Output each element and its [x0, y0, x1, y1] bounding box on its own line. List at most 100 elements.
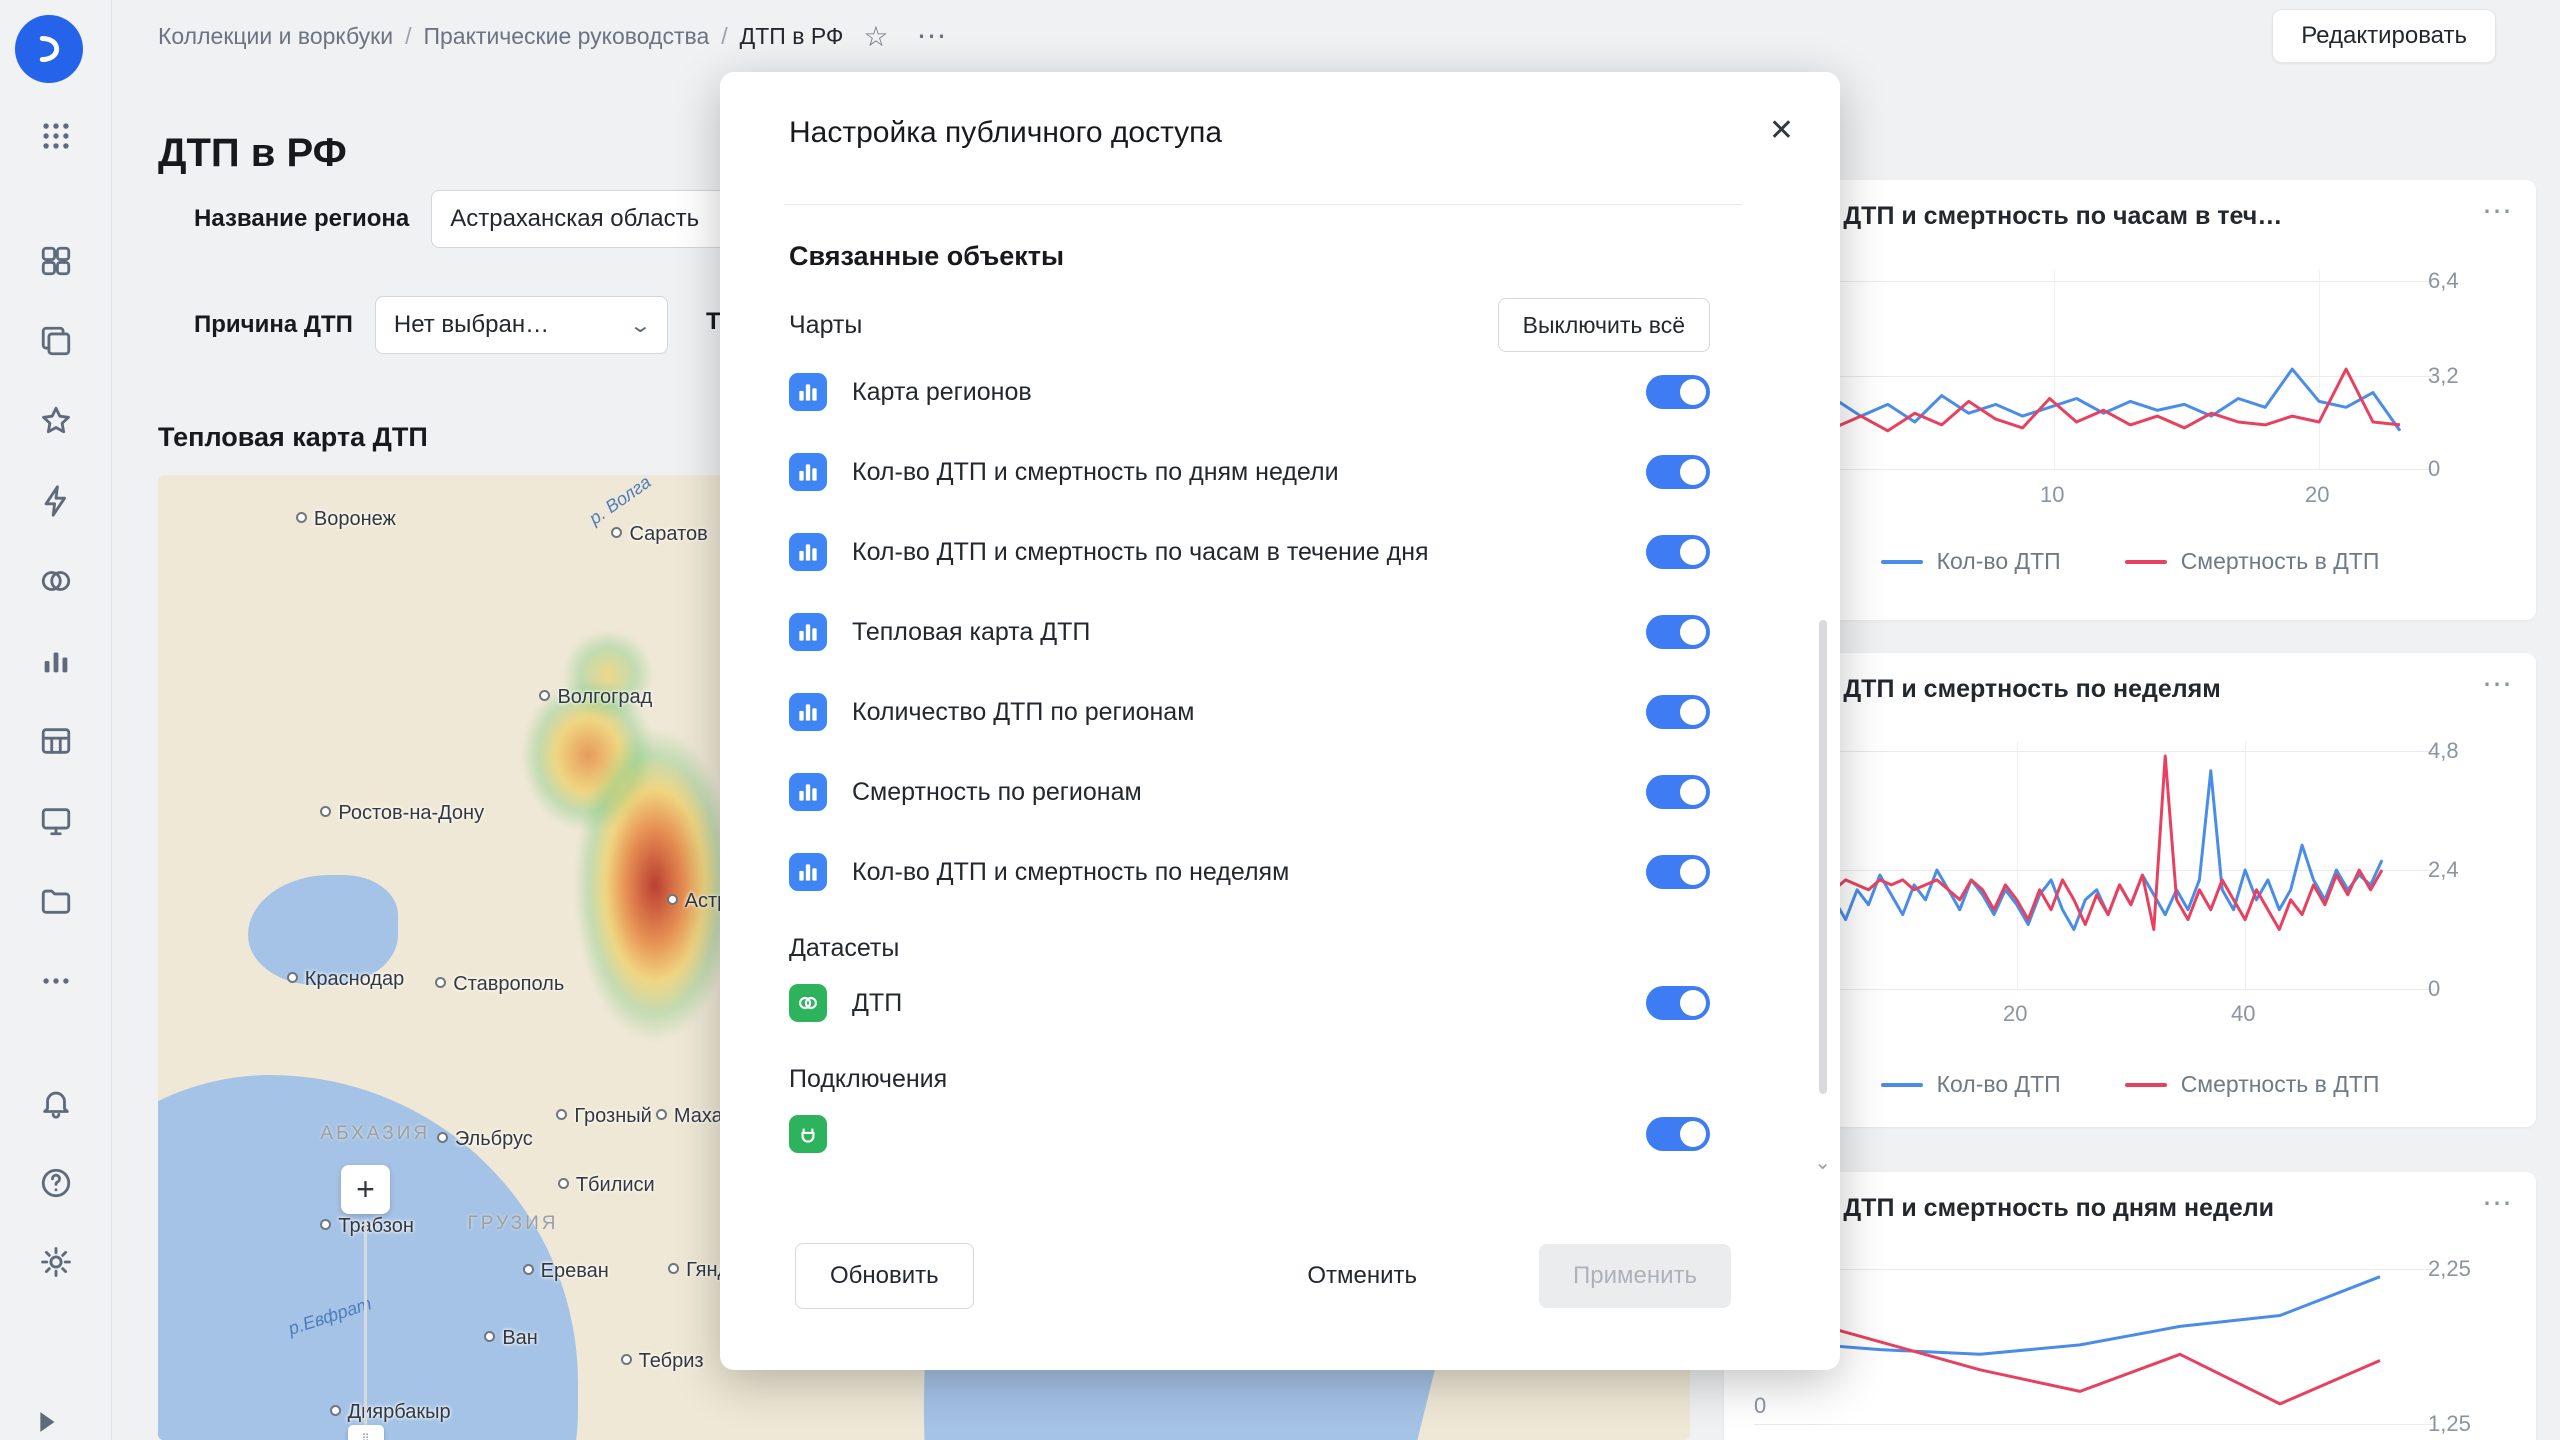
map-city-label: Саратов: [611, 523, 707, 546]
y-tick: 4,8: [2428, 738, 2459, 764]
legend-item[interactable]: Смертность в ДТП: [2125, 1071, 2380, 1098]
series-line: [1780, 369, 2400, 431]
chart-icon: [789, 853, 827, 891]
edit-button[interactable]: Редактировать: [2272, 9, 2496, 63]
chart-card-weekdays: Кол-во ДТП и смертность по дням недели ⋯…: [1724, 1172, 2536, 1440]
series-line: [1780, 1277, 2380, 1355]
map-region-label: ГРУЗИЯ: [467, 1213, 558, 1235]
favorite-star-icon[interactable]: ☆: [863, 20, 888, 53]
chart-legend: Кол-во ДТП Смертность в ДТП: [1724, 548, 2536, 575]
filter-region-value: Астраханская область: [450, 205, 699, 233]
modal-scrollbar-thumb[interactable]: [1819, 620, 1827, 1094]
related-objects-title: Связанные объекты: [789, 241, 1710, 272]
charts-group-header: Чарты Выключить всё: [789, 298, 1710, 352]
breadcrumb-collections[interactable]: Коллекции и воркбуки: [158, 23, 393, 50]
breadcrumb-separator: /: [721, 23, 727, 50]
legend-item[interactable]: Смертность в ДТП: [2125, 548, 2380, 575]
chart-icon: [789, 453, 827, 491]
connection-item-row: [789, 1094, 1710, 1174]
apply-button[interactable]: Применить: [1539, 1244, 1731, 1308]
chart-item-toggle[interactable]: [1646, 375, 1710, 409]
map-city-label: Воронеж: [296, 508, 396, 531]
zoom-slider-track: [364, 1220, 367, 1440]
zoom-slider-handle[interactable]: ⣿: [348, 1425, 384, 1440]
chart-item-label: Кол-во ДТП и смертность по дням недели: [852, 458, 1339, 487]
y-tick: 2,4: [2428, 857, 2459, 883]
chart-item-row: Карта регионов: [789, 352, 1710, 432]
notifications-bell-icon[interactable]: [38, 1085, 74, 1121]
chart-item-toggle[interactable]: [1646, 615, 1710, 649]
map-city-label: Диярбакыр: [330, 1401, 451, 1424]
map-region-label: АБХАЗИЯ: [320, 1123, 430, 1145]
breadcrumb-current: ДТП в РФ: [740, 23, 844, 50]
legend-item[interactable]: Кол-во ДТП: [1881, 548, 2061, 575]
files-folder-icon[interactable]: [38, 883, 74, 919]
filter-region-label: Название региона: [194, 205, 409, 233]
chart-item-label: Кол-во ДТП и смертность по часам в течен…: [852, 538, 1429, 567]
apps-grid-icon[interactable]: [38, 118, 74, 154]
more-services-icon[interactable]: [38, 963, 74, 999]
datasets-group-label: Датасеты: [789, 934, 1710, 963]
datasets-venn-icon[interactable]: [38, 563, 74, 599]
datalens-logo-icon[interactable]: [15, 15, 83, 83]
chart-item-toggle[interactable]: [1646, 535, 1710, 569]
breadcrumb-more-icon[interactable]: ⋯: [917, 19, 949, 54]
quick-actions-lightning-icon[interactable]: [38, 483, 74, 519]
x-tick: 10: [2040, 482, 2064, 508]
favorites-star-icon[interactable]: [38, 403, 74, 439]
connections-group-label: Подключения: [789, 1065, 1710, 1094]
charts-group-label: Чарты: [789, 311, 862, 340]
charts-icon[interactable]: [38, 643, 74, 679]
help-icon[interactable]: [38, 1165, 74, 1201]
chart-item-row: Кол-во ДТП и смертность по неделям: [789, 832, 1710, 912]
chart-item-row: Количество ДТП по регионам: [789, 672, 1710, 752]
chart-legend: Кол-во ДТП Смертность в ДТП: [1724, 1071, 2536, 1098]
map-city-label: Трабзон: [320, 1215, 413, 1238]
chart-icon: [789, 373, 827, 411]
chart-item-row: Смертность по регионам: [789, 752, 1710, 832]
collections-icon[interactable]: [38, 323, 74, 359]
x-tick: 20: [2003, 1001, 2027, 1027]
chart-item-label: Количество ДТП по регионам: [852, 698, 1194, 727]
map-city-label: Эльбрус: [437, 1128, 533, 1151]
map-city-label: Ростов-на-Дону: [320, 802, 484, 825]
connection-icon: [789, 1115, 827, 1153]
map-city-label: Ван: [484, 1327, 538, 1350]
chart-item-toggle[interactable]: [1646, 695, 1710, 729]
tables-icon[interactable]: [38, 723, 74, 759]
disable-all-button[interactable]: Выключить всё: [1498, 298, 1710, 352]
scroll-down-icon[interactable]: ⌄: [1814, 1150, 1831, 1175]
filter-cause-label: Причина ДТП: [194, 311, 353, 339]
close-icon[interactable]: ✕: [1769, 116, 1794, 146]
chart-icon: [789, 533, 827, 571]
cancel-button[interactable]: Отменить: [1281, 1244, 1443, 1308]
page-title: ДТП в РФ: [158, 131, 347, 176]
dashboards-icon[interactable]: [38, 243, 74, 279]
chart-item-toggle[interactable]: [1646, 455, 1710, 489]
map-city-label: Грозный: [556, 1105, 652, 1128]
connection-item-toggle[interactable]: [1646, 1117, 1710, 1151]
settings-gear-icon[interactable]: [38, 1244, 74, 1280]
filter-cause: Причина ДТП Нет выбран… ⌄: [194, 296, 668, 354]
chart-item-toggle[interactable]: [1646, 775, 1710, 809]
chart-card-hours: Кол-во ДТП и смертность по часам в течен…: [1724, 180, 2536, 620]
legend-label: Кол-во ДТП: [1937, 548, 2061, 575]
presentations-icon[interactable]: [38, 803, 74, 839]
collapse-sidebar-icon[interactable]: [28, 1404, 64, 1440]
legend-item[interactable]: Кол-во ДТП: [1881, 1071, 2061, 1098]
chart-item-toggle[interactable]: [1646, 855, 1710, 889]
chart-item-row: Кол-во ДТП и смертность по часам в течен…: [789, 512, 1710, 592]
dataset-item-toggle[interactable]: [1646, 986, 1710, 1020]
filter-cause-select[interactable]: Нет выбран… ⌄: [375, 296, 668, 354]
breadcrumb-guides[interactable]: Практические руководства: [423, 23, 709, 50]
y-tick: 1,25: [2428, 1411, 2471, 1437]
line-chart: [1724, 1172, 2536, 1440]
y-tick: 2,25: [2428, 1256, 2471, 1282]
legend-label: Кол-во ДТП: [1937, 1071, 2061, 1098]
sidebar: [0, 0, 112, 1440]
y-tick: 0: [2428, 456, 2440, 482]
chart-item-row: Кол-во ДТП и смертность по дням недели: [789, 432, 1710, 512]
modal-scroll-area[interactable]: Связанные объекты Чарты Выключить всё Ка…: [720, 205, 1820, 1192]
update-button[interactable]: Обновить: [795, 1243, 974, 1309]
zoom-in-button[interactable]: +: [341, 1165, 390, 1214]
